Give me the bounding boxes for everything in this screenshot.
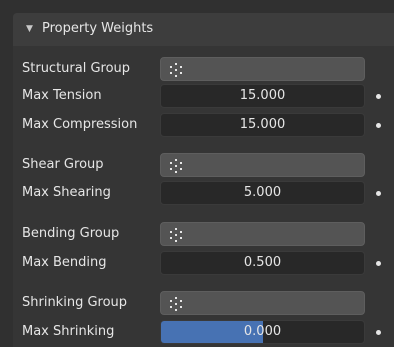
animate-property-dot-icon[interactable] xyxy=(376,330,381,335)
panel-title[interactable]: Property Weights xyxy=(42,17,153,41)
animate-property-dot-icon[interactable] xyxy=(376,94,381,99)
max-shearing-field[interactable]: 5.000 xyxy=(160,181,365,205)
max-tension-value: 15.000 xyxy=(239,88,286,103)
max-shrinking-value: 0.000 xyxy=(243,324,282,339)
shear-group-label: Shear Group xyxy=(22,157,104,172)
vertex-group-icon xyxy=(170,297,182,311)
shear-group-field[interactable] xyxy=(160,153,365,177)
max-compression-value: 15.000 xyxy=(239,117,286,132)
animate-property-dot-icon[interactable] xyxy=(376,123,381,128)
bending-group-label: Bending Group xyxy=(22,226,120,241)
max-bending-value: 0.500 xyxy=(243,255,282,270)
disclosure-triangle-down-icon[interactable]: ▼ xyxy=(26,17,33,41)
shrinking-group-field[interactable] xyxy=(160,291,365,315)
max-bending-label: Max Bending xyxy=(22,255,107,270)
animate-property-dot-icon[interactable] xyxy=(376,261,381,266)
max-tension-label: Max Tension xyxy=(22,88,102,103)
structural-group-field[interactable] xyxy=(160,57,365,81)
max-shrinking-label: Max Shrinking xyxy=(22,324,115,339)
max-shearing-label: Max Shearing xyxy=(22,185,111,200)
max-bending-field[interactable]: 0.500 xyxy=(160,251,365,275)
max-tension-field[interactable]: 15.000 xyxy=(160,84,365,108)
vertex-group-icon xyxy=(170,63,182,77)
max-shrinking-field[interactable]: 0.000 xyxy=(160,320,365,344)
vertex-group-icon xyxy=(170,228,182,242)
max-shearing-value: 5.000 xyxy=(243,185,282,200)
animate-property-dot-icon[interactable] xyxy=(376,191,381,196)
shrinking-group-label: Shrinking Group xyxy=(22,295,128,310)
max-compression-field[interactable]: 15.000 xyxy=(160,113,365,137)
vertex-group-icon xyxy=(170,159,182,173)
max-compression-label: Max Compression xyxy=(22,117,138,132)
structural-group-label: Structural Group xyxy=(22,61,131,76)
bending-group-field[interactable] xyxy=(160,222,365,246)
